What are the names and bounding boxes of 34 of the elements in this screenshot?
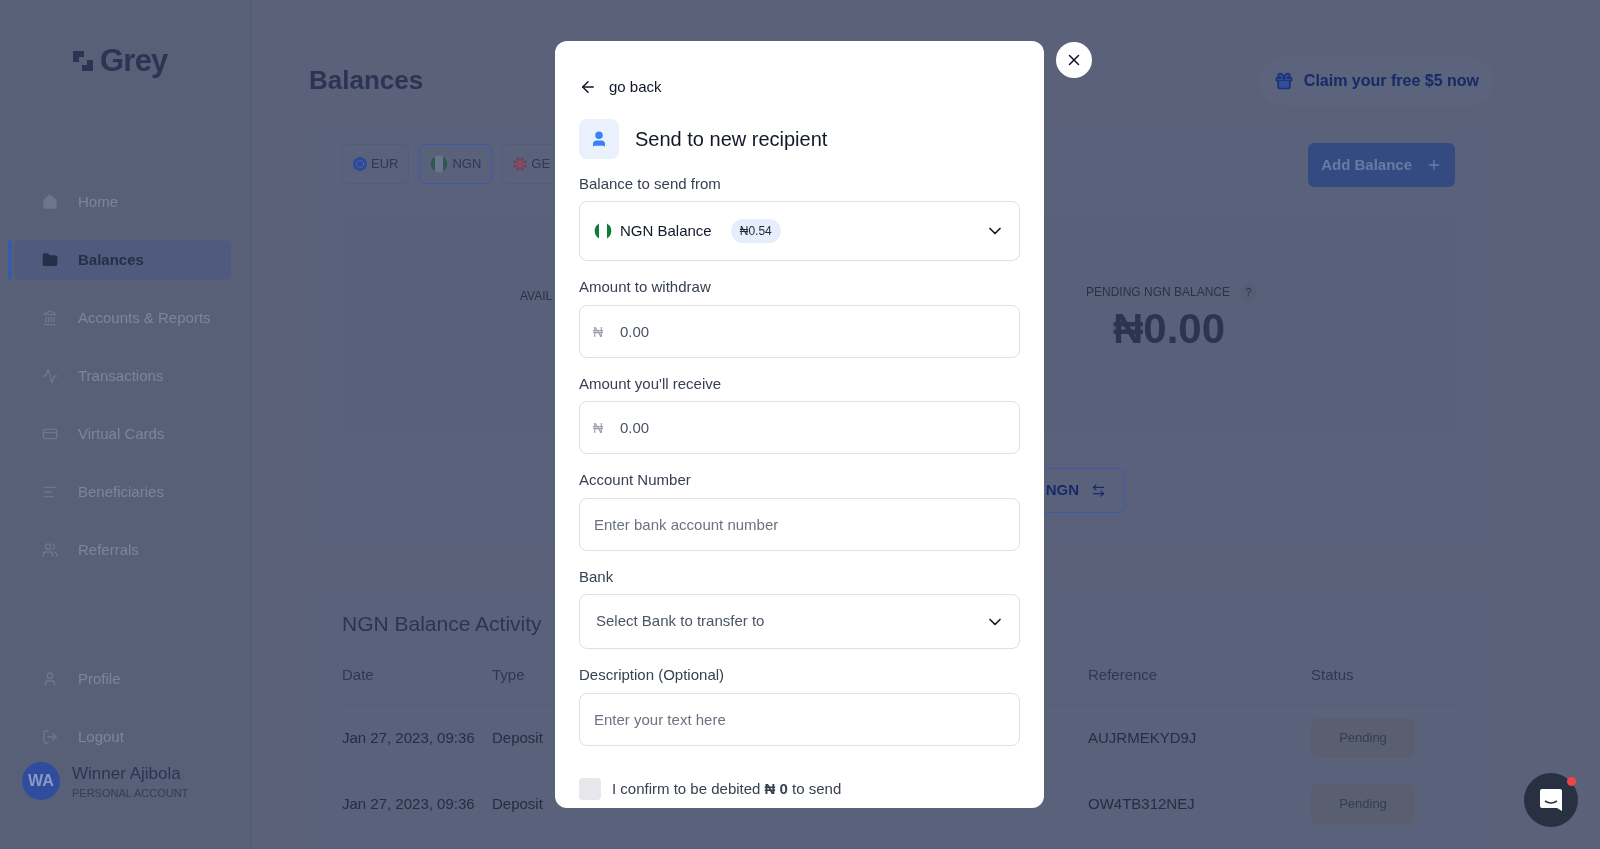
field-label: Amount you'll receive	[579, 373, 723, 394]
flag-icon	[430, 155, 449, 173]
confirm-checkbox[interactable]	[579, 777, 601, 800]
currency-symbol: ₦	[593, 419, 604, 438]
confirm-text: I confirm to be debited ₦ 0 to send	[612, 778, 842, 799]
chat-button[interactable]	[1524, 773, 1578, 827]
currency-symbol: ₦	[593, 322, 604, 342]
gift-icon	[1273, 70, 1294, 91]
flag-icon	[353, 157, 367, 171]
balance-badge: ₦0.54	[730, 219, 781, 243]
swap-icon	[1091, 483, 1106, 498]
chat-icon	[1538, 787, 1564, 813]
close-button[interactable]	[1056, 42, 1092, 78]
help-icon[interactable]: ?	[1240, 283, 1258, 301]
table-cell-text: OW4TB312NEJ	[1088, 793, 1196, 814]
bank-select[interactable]: Select Bank to transfer to	[579, 594, 1020, 649]
field-label: Bank	[579, 566, 615, 587]
field-label: Account Number	[579, 470, 692, 490]
plus-icon	[1426, 157, 1442, 173]
nav-icon	[42, 252, 58, 268]
flag-icon	[513, 157, 528, 171]
recipient-icon	[579, 118, 619, 159]
text-field[interactable]: Enter your text here	[579, 692, 1020, 746]
table-cell-text: AUJRMEKYD9J	[1088, 727, 1198, 748]
modal-title: Send to new recipient	[635, 126, 828, 152]
field-label: Amount to withdraw	[579, 277, 712, 297]
flag-icon	[594, 222, 612, 240]
logo-icon	[70, 48, 96, 74]
field-label: Balance to send from	[579, 173, 722, 194]
text-field[interactable]: Enter bank account number	[579, 497, 1020, 551]
field-label: Description (Optional)	[579, 665, 726, 685]
avatar: WA	[22, 762, 60, 800]
back-link[interactable]: go back	[579, 76, 662, 99]
balance-select[interactable]: NGN Balance ₦0.54	[579, 201, 1020, 261]
